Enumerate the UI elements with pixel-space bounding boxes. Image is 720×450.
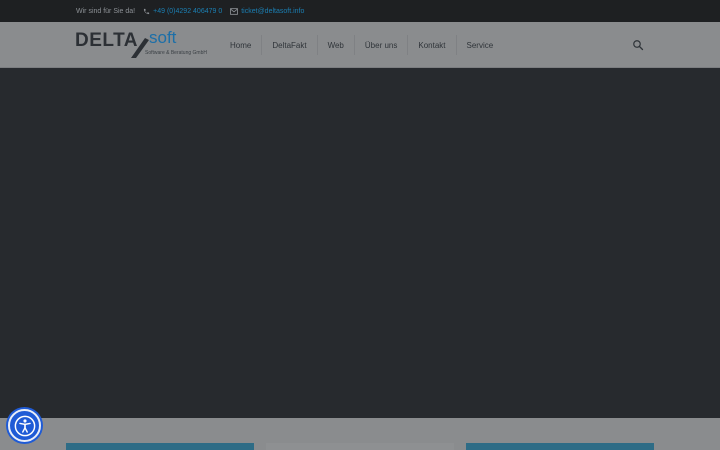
top-bar-content: Wir sind für Sie da! +49 (0)4292 406479 … bbox=[76, 0, 312, 22]
nav-item-ueber-uns[interactable]: Über uns bbox=[355, 35, 409, 55]
feature-card-3[interactable] bbox=[466, 443, 654, 450]
nav-item-home[interactable]: Home bbox=[220, 35, 263, 55]
hero-slider bbox=[0, 68, 720, 418]
envelope-icon bbox=[230, 7, 239, 15]
email-address: ticket@deltasoft.info bbox=[241, 7, 305, 15]
accessibility-icon bbox=[14, 415, 35, 436]
accessibility-button[interactable] bbox=[8, 409, 41, 442]
top-bar: Wir sind für Sie da! +49 (0)4292 406479 … bbox=[0, 0, 720, 22]
phone-link[interactable]: +49 (0)4292 406479 0 bbox=[143, 8, 222, 15]
feature-card-1[interactable] bbox=[66, 443, 254, 450]
site-logo[interactable]: DELTA soft Software & Beratung GmbH bbox=[75, 28, 210, 62]
nav-item-kontakt[interactable]: Kontakt bbox=[408, 35, 457, 55]
logo-tagline: Software & Beratung GmbH bbox=[145, 50, 207, 56]
feature-card-2[interactable] bbox=[266, 443, 454, 450]
nav-item-web[interactable]: Web bbox=[318, 35, 355, 55]
logo-soft: soft bbox=[149, 28, 177, 47]
phone-number: +49 (0)4292 406479 0 bbox=[153, 7, 223, 15]
nav-item-service[interactable]: Service bbox=[457, 35, 504, 55]
nav-item-deltafakt[interactable]: DeltaFakt bbox=[262, 35, 318, 55]
search-icon[interactable] bbox=[632, 39, 644, 51]
greeting-text: Wir sind für Sie da! bbox=[76, 7, 136, 15]
main-nav: Home DeltaFakt Web Über uns Kontakt Serv… bbox=[220, 22, 503, 68]
phone-icon bbox=[144, 8, 150, 14]
email-link[interactable]: ticket@deltasoft.info bbox=[230, 8, 304, 15]
